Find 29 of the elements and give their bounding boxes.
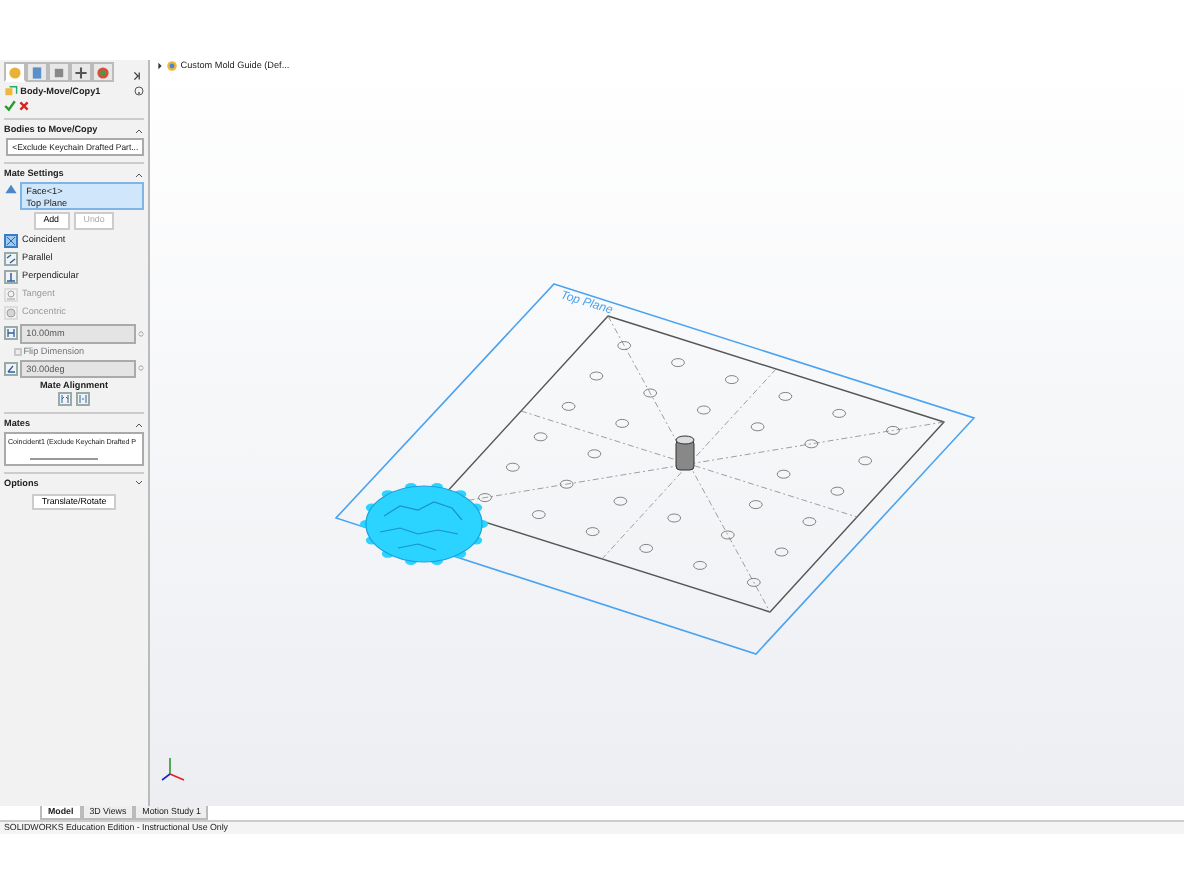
ok-check-icon[interactable]: [4, 100, 16, 113]
spin-arrows-icon[interactable]: [138, 327, 144, 340]
perpendicular-icon[interactable]: [4, 269, 18, 284]
plane-outline[interactable]: [334, 283, 976, 655]
move-body-icon: [4, 84, 18, 99]
manager-tab[interactable]: [26, 62, 48, 82]
assembly-icon: [166, 60, 179, 72]
axis-triad-icon: [161, 757, 185, 781]
color-wheel-icon: [96, 66, 110, 80]
scrollbar-thumb[interactable]: [30, 457, 98, 461]
expand-arrow-icon[interactable]: [132, 70, 144, 82]
spin-arrows-icon[interactable]: [138, 362, 144, 375]
cancel-icon[interactable]: [18, 100, 31, 113]
gear-part-drawing[interactable]: [360, 483, 488, 565]
parallel-icon[interactable]: [4, 251, 18, 266]
expand-arrow-icon[interactable]: [156, 62, 164, 70]
list-icon: [30, 66, 44, 80]
help-icon[interactable]: [134, 86, 144, 97]
manager-tab[interactable]: [92, 62, 114, 82]
crosshair-icon: [74, 66, 88, 80]
config-icon: [52, 66, 66, 80]
property-icon: [8, 66, 22, 80]
anti-aligned-icon[interactable]: [75, 392, 90, 407]
manager-tab[interactable]: [70, 62, 92, 82]
coincident-icon[interactable]: [4, 233, 18, 248]
manager-tab[interactable]: [48, 62, 70, 82]
distance-icon: [4, 326, 18, 341]
angle-icon: [4, 361, 18, 376]
aligned-icon[interactable]: [58, 392, 73, 407]
